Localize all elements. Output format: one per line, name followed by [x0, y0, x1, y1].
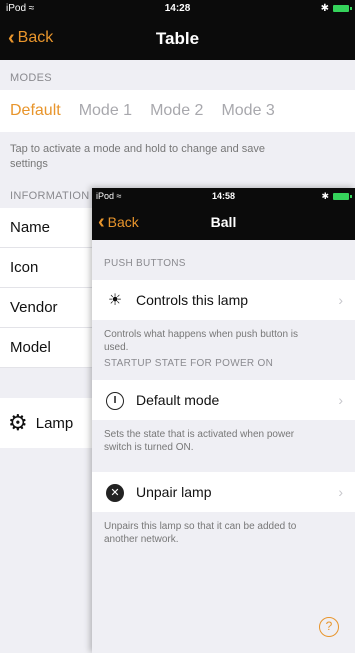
lamp-label: Lamp [35, 414, 74, 432]
close-icon: ✕ [104, 483, 126, 502]
status-right: ✱ [320, 3, 352, 14]
bluetooth-icon: ✱ [320, 3, 329, 14]
battery-icon [333, 193, 352, 200]
mode-2[interactable]: Mode 2 [150, 102, 203, 120]
unpair-lamp-row[interactable]: ✕ Unpair lamp › [92, 472, 355, 512]
mode-1[interactable]: Mode 1 [79, 102, 132, 120]
controls-label: Controls this lamp [136, 292, 249, 308]
modes-header: MODES [10, 72, 52, 84]
mode-3[interactable]: Mode 3 [221, 102, 274, 120]
clock: 14:28 [164, 3, 191, 14]
power-icon: I [104, 390, 126, 410]
chevron-right-icon: › [338, 484, 343, 500]
chevron-right-icon: › [338, 392, 343, 408]
unpair-description: Unpairs this lamp so that it can be adde… [104, 521, 297, 545]
default-mode-label: Default mode [136, 392, 220, 408]
gear-icon: ⚙ [8, 410, 28, 435]
status-right: ✱ [321, 191, 352, 202]
startup-header: STARTUP STATE FOR POWER ON [104, 358, 274, 369]
controls-lamp-row[interactable]: ☀ Controls this lamp › [92, 280, 355, 320]
chevron-right-icon: › [338, 292, 343, 308]
modes-hint: Tap to activate a mode and hold to chang… [10, 143, 266, 170]
info-label: Vendor [10, 299, 58, 316]
mode-default[interactable]: Default [10, 102, 61, 120]
modes-selector: Default Mode 1 Mode 2 Mode 3 [0, 90, 355, 132]
page-title: Table [155, 29, 200, 48]
status-bar: iPod ≈ 14:28 ✱ [0, 0, 355, 18]
push-buttons-header: PUSH BUTTONS [104, 258, 186, 269]
nav-bar: ‹ Back Table [0, 18, 355, 60]
default-mode-description: Sets the state that is activated when po… [104, 429, 295, 453]
page-title: Ball [210, 214, 237, 230]
info-label: Model [10, 339, 51, 356]
default-mode-row[interactable]: I Default mode › [92, 380, 355, 420]
help-icon[interactable]: ? [319, 617, 339, 637]
sun-icon: ☀ [107, 292, 123, 309]
info-label: Name [10, 219, 51, 236]
bluetooth-icon: ✱ [321, 191, 329, 201]
nav-bar: ‹ Back Ball [92, 204, 355, 240]
clock: 14:58 [211, 191, 236, 201]
unpair-label: Unpair lamp [136, 484, 212, 500]
controls-description: Controls what happens when push button i… [104, 329, 299, 353]
battery-icon [333, 5, 352, 12]
info-label: Icon [10, 259, 39, 276]
status-bar: iPod ≈ 14:58 ✱ [92, 188, 355, 204]
ball-screen: iPod ≈ 14:58 ✱ ‹ Back Ball PUSH BUTTONS … [92, 188, 355, 653]
